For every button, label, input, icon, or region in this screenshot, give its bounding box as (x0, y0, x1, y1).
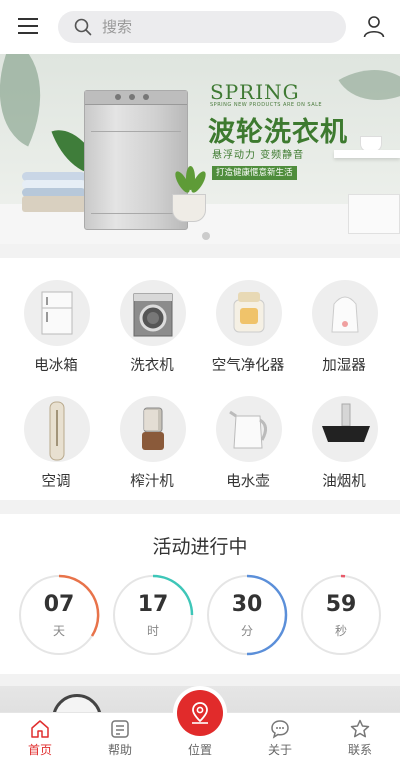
category-grid: 电冰箱 洗衣机 空气净化器 加湿器 空调 榨汁机 电水壶 油烟机 (0, 258, 400, 500)
nav-item-help[interactable]: 帮助 (80, 713, 160, 760)
humidifier-icon (312, 280, 378, 346)
activity-title: 活动进行中 (152, 536, 248, 558)
activity-countdown-section: 活动进行中 07 天 17 时 30 分 59 秒 (0, 514, 400, 674)
search-input[interactable]: 搜索 (58, 11, 346, 43)
banner-badge: 打造健康惬意新生活 (212, 166, 297, 180)
category-label: 油烟机 (322, 474, 366, 490)
countdown-days: 07 天 (18, 574, 100, 656)
block-decoration (348, 194, 400, 234)
juicer-icon (120, 396, 186, 462)
category-item-refrigerator[interactable]: 电冰箱 (8, 258, 104, 374)
nav-item-home[interactable]: 首页 (0, 713, 80, 760)
location-fab-button[interactable] (173, 686, 227, 740)
user-icon[interactable] (362, 14, 386, 38)
category-label: 空调 (41, 474, 71, 490)
countdown-unit: 秒 (334, 624, 347, 638)
countdown-minutes: 30 分 (206, 574, 288, 656)
category-label: 电水壶 (226, 474, 270, 490)
chat-bubble-icon (270, 719, 290, 739)
nav-label: 关于 (267, 743, 292, 757)
air-conditioner-icon (24, 396, 90, 462)
banner-heading: 波轮洗衣机 (208, 117, 348, 148)
top-bar: 搜索 (0, 0, 400, 54)
nav-item-about[interactable]: 关于 (240, 713, 320, 760)
search-icon (74, 18, 92, 36)
app-root: 搜索 SPRING SPRING NEW PRODUCTS ARE ON SAL… (0, 0, 400, 760)
kettle-icon (216, 396, 282, 462)
menu-icon[interactable] (16, 15, 40, 37)
promo-banner[interactable]: SPRING SPRING NEW PRODUCTS ARE ON SALE 波… (0, 54, 400, 244)
countdown-hours: 17 时 (112, 574, 194, 656)
countdown-seconds: 59 秒 (300, 574, 382, 656)
help-doc-icon (110, 719, 130, 739)
countdown-value: 07 (43, 592, 75, 617)
washing-machine-icon (120, 280, 186, 346)
star-icon (350, 719, 370, 739)
air-purifier-icon (216, 280, 282, 346)
category-item-air-purifier[interactable]: 空气净化器 (200, 258, 296, 374)
category-item-air-conditioner[interactable]: 空调 (8, 374, 104, 490)
banner-spring-title: SPRING (210, 80, 300, 104)
nav-label: 首页 (27, 743, 52, 757)
refrigerator-icon (24, 280, 90, 346)
countdown-unit: 天 (52, 624, 65, 638)
plant-pot (172, 194, 206, 222)
category-label: 洗衣机 (130, 358, 174, 374)
banner-tagline: 悬浮动力 变频静音 (212, 150, 305, 161)
location-icon (177, 690, 223, 736)
category-item-juicer[interactable]: 榨汁机 (104, 374, 200, 490)
countdown-value: 17 (137, 592, 169, 617)
search-placeholder: 搜索 (102, 18, 133, 36)
nav-label: 联系 (347, 743, 372, 757)
category-label: 电冰箱 (34, 358, 78, 374)
nav-label: 位置 (187, 743, 212, 757)
range-hood-icon (312, 396, 378, 462)
home-icon (30, 719, 50, 739)
category-item-humidifier[interactable]: 加湿器 (296, 258, 392, 374)
nav-label: 帮助 (107, 743, 132, 757)
nav-item-contact[interactable]: 联系 (320, 713, 400, 760)
countdown-value: 30 (231, 592, 263, 617)
towels-image (22, 172, 86, 212)
banner-spring-subtitle: SPRING NEW PRODUCTS ARE ON SALE (210, 102, 323, 108)
carousel-indicator[interactable] (202, 232, 210, 240)
category-item-kettle[interactable]: 电水壶 (200, 374, 296, 490)
category-item-range-hood[interactable]: 油烟机 (296, 374, 392, 490)
countdown-unit: 时 (146, 624, 159, 638)
countdown-unit: 分 (240, 624, 253, 638)
category-label: 加湿器 (322, 358, 366, 374)
countdown-value: 59 (325, 592, 357, 617)
category-label: 榨汁机 (130, 474, 174, 490)
category-item-washing-machine[interactable]: 洗衣机 (104, 258, 200, 374)
category-label: 空气净化器 (211, 358, 285, 374)
shelf-decoration (334, 150, 400, 158)
